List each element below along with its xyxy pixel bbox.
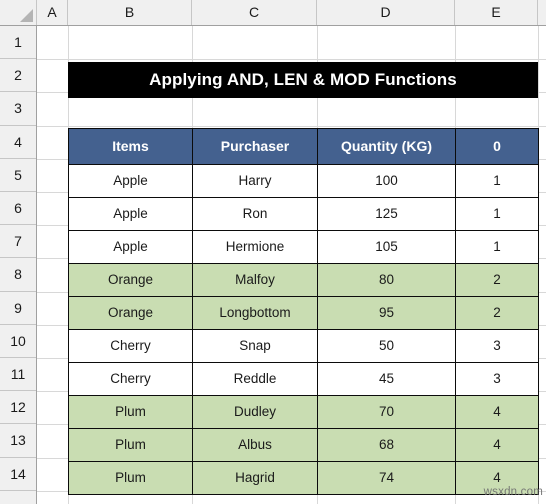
table-row: Cherry Reddle 45 3	[68, 361, 539, 396]
cell-purchaser[interactable]: Hagrid	[192, 460, 318, 495]
cell-items[interactable]: Cherry	[68, 361, 193, 396]
cell-quantity[interactable]: 45	[317, 361, 456, 396]
cell-items[interactable]: Plum	[68, 460, 193, 495]
cell-quantity[interactable]: 80	[317, 262, 456, 297]
title-banner: Applying AND, LEN & MOD Functions	[68, 62, 538, 99]
cell-purchaser[interactable]: Reddle	[192, 361, 318, 396]
column-header-c[interactable]: C	[192, 0, 317, 25]
table-row: Cherry Snap 50 3	[68, 328, 539, 363]
row-header-strip: 1 2 3 4 5 6 7 8 9 10 11 12 13 14	[0, 26, 37, 504]
cell-group[interactable]: 1	[455, 196, 539, 231]
cell-group[interactable]: 2	[455, 262, 539, 297]
cell-items[interactable]: Apple	[68, 196, 193, 231]
column-header-cell-items[interactable]: Items	[68, 127, 193, 165]
watermark: wsxdn.com	[483, 486, 543, 498]
select-all-triangle-icon	[20, 9, 33, 22]
cell-group[interactable]: 4	[455, 394, 539, 429]
cell-group[interactable]: 1	[455, 229, 539, 264]
cell-items[interactable]: Plum	[68, 427, 193, 462]
gridline-horizontal	[37, 59, 546, 61]
cell-purchaser[interactable]: Hermione	[192, 229, 318, 264]
table-row: Orange Longbottom 95 2	[68, 295, 539, 330]
column-header-b[interactable]: B	[68, 0, 192, 25]
cell-quantity[interactable]: 70	[317, 394, 456, 429]
cell-quantity[interactable]: 105	[317, 229, 456, 264]
cell-quantity[interactable]: 68	[317, 427, 456, 462]
table-row: Apple Ron 125 1	[68, 196, 539, 231]
row-header-3[interactable]: 3	[0, 92, 36, 126]
spreadsheet-canvas: Applying AND, LEN & MOD Functions Items P…	[0, 0, 546, 504]
row-header-6[interactable]: 6	[0, 192, 36, 226]
table-row: Orange Malfoy 80 2	[68, 262, 539, 297]
cell-items[interactable]: Apple	[68, 229, 193, 264]
cell-group[interactable]: 1	[455, 163, 539, 198]
select-all-button[interactable]	[0, 0, 37, 25]
row-header-10[interactable]: 10	[0, 324, 36, 358]
cell-purchaser[interactable]: Harry	[192, 163, 318, 198]
cell-items[interactable]: Orange	[68, 295, 193, 330]
table-header-row: Items Purchaser Quantity (KG) 0	[68, 127, 539, 165]
row-header-7[interactable]: 7	[0, 225, 36, 259]
cell-items[interactable]: Cherry	[68, 328, 193, 363]
column-header-strip: ABCDE	[0, 0, 546, 26]
cell-purchaser[interactable]: Dudley	[192, 394, 318, 429]
cell-items[interactable]: Apple	[68, 163, 193, 198]
cell-group[interactable]: 2	[455, 295, 539, 330]
table-row: Apple Harry 100 1	[68, 163, 539, 198]
cell-group[interactable]: 4	[455, 427, 539, 462]
row-header-11[interactable]: 11	[0, 358, 36, 392]
cell-quantity[interactable]: 74	[317, 460, 456, 495]
cell-group[interactable]: 3	[455, 328, 539, 363]
cell-quantity[interactable]: 100	[317, 163, 456, 198]
row-header-4[interactable]: 4	[0, 125, 36, 159]
cell-quantity[interactable]: 95	[317, 295, 456, 330]
column-header-e[interactable]: E	[455, 0, 538, 25]
cell-items[interactable]: Orange	[68, 262, 193, 297]
table-row: Plum Albus 68 4	[68, 427, 539, 462]
cell-purchaser[interactable]: Longbottom	[192, 295, 318, 330]
cell-items[interactable]: Plum	[68, 394, 193, 429]
cell-group[interactable]: 3	[455, 361, 539, 396]
cell-quantity[interactable]: 50	[317, 328, 456, 363]
column-header-cell-purchaser[interactable]: Purchaser	[192, 127, 318, 165]
cell-quantity[interactable]: 125	[317, 196, 456, 231]
row-header-5[interactable]: 5	[0, 158, 36, 192]
row-header-12[interactable]: 12	[0, 391, 36, 425]
cell-purchaser[interactable]: Ron	[192, 196, 318, 231]
column-header-cell-group[interactable]: 0	[455, 127, 539, 165]
table-row: Plum Hagrid 74 4	[68, 460, 539, 495]
table-row: Apple Hermione 105 1	[68, 229, 539, 264]
column-header-d[interactable]: D	[317, 0, 455, 25]
row-header-1[interactable]: 1	[0, 26, 36, 60]
cell-purchaser[interactable]: Albus	[192, 427, 318, 462]
gridline-horizontal	[37, 125, 546, 127]
row-header-2[interactable]: 2	[0, 59, 36, 93]
row-header-14[interactable]: 14	[0, 457, 36, 491]
column-header-cell-quantity[interactable]: Quantity (KG)	[317, 127, 456, 165]
cell-purchaser[interactable]: Malfoy	[192, 262, 318, 297]
table-row: Plum Dudley 70 4	[68, 394, 539, 429]
row-header-9[interactable]: 9	[0, 291, 36, 325]
column-header-a[interactable]: A	[37, 0, 68, 25]
cell-purchaser[interactable]: Snap	[192, 328, 318, 363]
row-header-8[interactable]: 8	[0, 258, 36, 292]
data-table: Items Purchaser Quantity (KG) 0 Apple Harry 1…	[68, 127, 539, 495]
row-header-13[interactable]: 13	[0, 424, 36, 458]
